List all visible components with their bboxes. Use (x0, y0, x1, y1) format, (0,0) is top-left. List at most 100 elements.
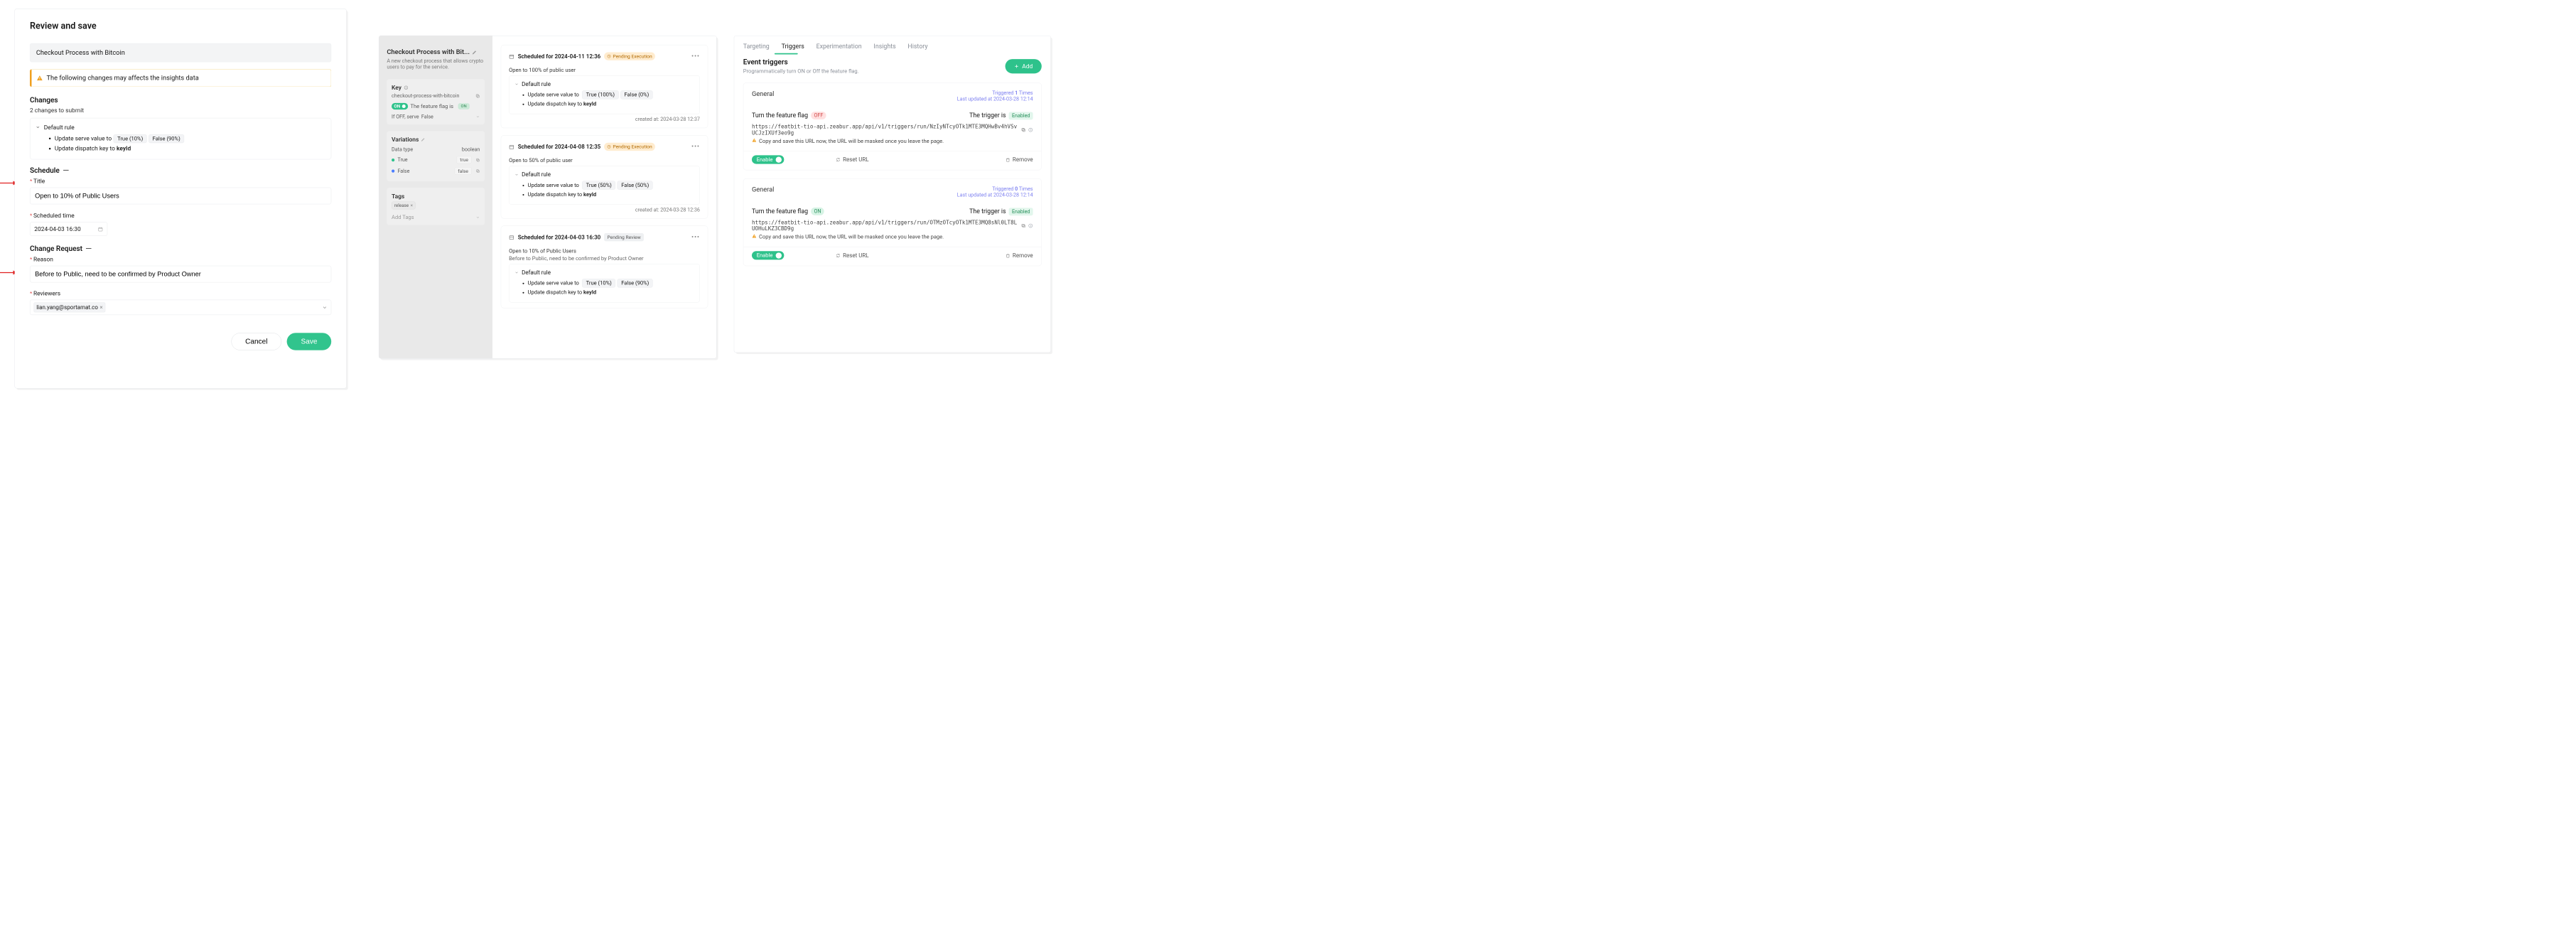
remove-reviewer-icon[interactable]: × (99, 304, 102, 311)
change-items-list: Update serve value toTrue (10%)False (90… (49, 134, 323, 152)
enable-toggle[interactable]: Enable (752, 251, 784, 259)
flag-title: Checkout Process with Bit... (387, 48, 470, 56)
schedule-cr-subtitle: Before to Public, need to be confirmed b… (509, 255, 700, 262)
chevron-down-icon[interactable] (36, 125, 41, 130)
flag-state-badge: ON (458, 103, 470, 109)
remove-tag-icon[interactable]: × (411, 203, 413, 208)
cancel-button[interactable]: Cancel (231, 333, 281, 350)
tab-experimentation[interactable]: Experimentation (817, 43, 862, 52)
trigger-count: Triggered 1 Times (957, 90, 1033, 96)
scheduled-time-value: 2024-04-03 16:30 (34, 225, 80, 232)
event-triggers-desc: Programmatically turn ON or Off the feat… (743, 68, 859, 75)
tag-chip-label: release (394, 203, 409, 208)
data-type-value: boolean (462, 146, 480, 152)
trigger-action-text: Turn the feature flag (752, 208, 808, 215)
edit-icon[interactable] (421, 137, 426, 141)
trigger-url-row: https://featbit-tio-api.zeabur.app/api/v… (752, 124, 1033, 136)
schedule-cards-column[interactable]: Scheduled for 2024-04-11 12:36Pending Ex… (492, 36, 716, 358)
tab-insights[interactable]: Insights (873, 43, 895, 52)
change-item: Update dispatch key to keyId (55, 145, 324, 152)
change-pill: False (90%) (618, 279, 653, 287)
chevron-down-icon[interactable] (514, 82, 519, 86)
plus-icon (1014, 64, 1019, 69)
collapse-icon[interactable] (63, 170, 69, 171)
card-actions-menu[interactable]: ••• (691, 143, 700, 151)
tab-triggers[interactable]: Triggers (782, 43, 804, 52)
copy-icon[interactable] (1021, 223, 1026, 228)
variation-value: false (455, 167, 472, 175)
reviewers-select[interactable]: lian.yang@sportamat.co × (30, 300, 331, 315)
card-actions-menu[interactable]: ••• (691, 233, 700, 241)
if-off-value[interactable]: False (421, 114, 433, 119)
info-icon[interactable] (1028, 223, 1033, 228)
trigger-action-badge: OFF (811, 112, 826, 119)
card-actions-menu[interactable]: ••• (691, 53, 700, 60)
schedule-when: Scheduled for 2024-04-11 12:36 (518, 53, 600, 60)
warning-icon (752, 138, 757, 143)
add-trigger-button[interactable]: Add (1006, 59, 1042, 73)
chevron-down-icon[interactable] (475, 215, 480, 220)
variation-color-dot (392, 159, 394, 161)
scheduled-time-input[interactable]: 2024-04-03 16:30 (30, 222, 107, 235)
schedule-change-item: Update serve value to True (100%)False (… (528, 90, 694, 99)
trigger-card: GeneralTriggered 0 TimesLast updated at … (743, 178, 1042, 266)
trigger-url-warning: Copy and save this URL now, the URL will… (759, 138, 944, 144)
tab-targeting[interactable]: Targeting (743, 43, 770, 52)
flag-state-toggle[interactable]: ON (392, 103, 408, 109)
trigger-action-text: Turn the feature flag (752, 112, 808, 119)
remove-button[interactable]: Remove (1006, 156, 1033, 163)
schedule-status: Pending Review (604, 233, 644, 241)
reason-input[interactable] (30, 266, 331, 283)
changes-heading: Changes (30, 96, 331, 104)
schedule-change-box: Default ruleUpdate serve value to True (… (509, 264, 700, 302)
schedule-created-at: created at: 2024-03-28 12:37 (509, 117, 700, 122)
add-label: Add (1022, 63, 1033, 70)
modal-title: Review and save (30, 21, 331, 31)
reset-url-button[interactable]: Reset URL (836, 156, 869, 163)
info-icon[interactable] (404, 85, 408, 90)
tags-heading: Tags (392, 193, 404, 200)
trigger-category: General (752, 90, 774, 98)
review-and-save-modal: Review and save Checkout Process with Bi… (15, 9, 346, 388)
trigger-count: Triggered 0 Times (957, 186, 1033, 192)
trigger-url-row: https://featbit-tio-api.zeabur.app/api/v… (752, 220, 1033, 232)
chevron-down-icon[interactable] (322, 305, 328, 311)
reviewer-tag: lian.yang@sportamat.co × (33, 302, 105, 312)
scheduled-time-label: Scheduled time (33, 212, 75, 219)
reset-url-button[interactable]: Reset URL (836, 252, 869, 259)
add-tags-placeholder[interactable]: Add Tags (392, 214, 414, 220)
data-type-label: Data type (392, 146, 413, 152)
variations-heading: Variations (392, 136, 419, 143)
copy-icon[interactable] (1021, 127, 1026, 132)
enable-toggle[interactable]: Enable (752, 155, 784, 163)
change-item: Update serve value toTrue (10%)False (90… (55, 134, 324, 143)
loop-icon (836, 157, 841, 162)
variation-row: Falsefalse (392, 166, 480, 177)
chevron-down-icon[interactable] (514, 173, 519, 177)
copy-icon[interactable] (475, 169, 480, 173)
calendar-icon (509, 235, 514, 240)
info-icon[interactable] (1028, 127, 1033, 132)
variation-value: true (457, 156, 472, 164)
copy-icon[interactable] (475, 94, 480, 98)
schedule-change-group: Default rule (522, 80, 551, 87)
copy-icon[interactable] (475, 158, 480, 162)
flag-name: Checkout Process with Bitcoin (30, 43, 331, 62)
reviewers-label: Reviewers (33, 289, 60, 296)
remove-button[interactable]: Remove (1006, 252, 1033, 259)
collapse-icon[interactable] (86, 248, 92, 249)
change-pill: False (0%) (620, 90, 653, 99)
save-button[interactable]: Save (287, 333, 331, 350)
edit-icon[interactable] (472, 50, 477, 55)
chevron-down-icon[interactable] (514, 270, 519, 274)
trash-icon (1006, 253, 1011, 258)
toggle-knob (776, 252, 782, 258)
variation-row: Truetrue (392, 154, 480, 166)
schedule-title-input[interactable] (30, 188, 331, 205)
chevron-down-icon[interactable] (475, 114, 480, 119)
schedule-created-at: created at: 2024-03-28 12:36 (509, 207, 700, 213)
schedule-change-item: Update dispatch key to keyId (528, 191, 694, 198)
tab-history[interactable]: History (907, 43, 927, 52)
schedule-section-heading: Schedule (30, 166, 60, 175)
reviewer-tag-label: lian.yang@sportamat.co (36, 304, 98, 311)
